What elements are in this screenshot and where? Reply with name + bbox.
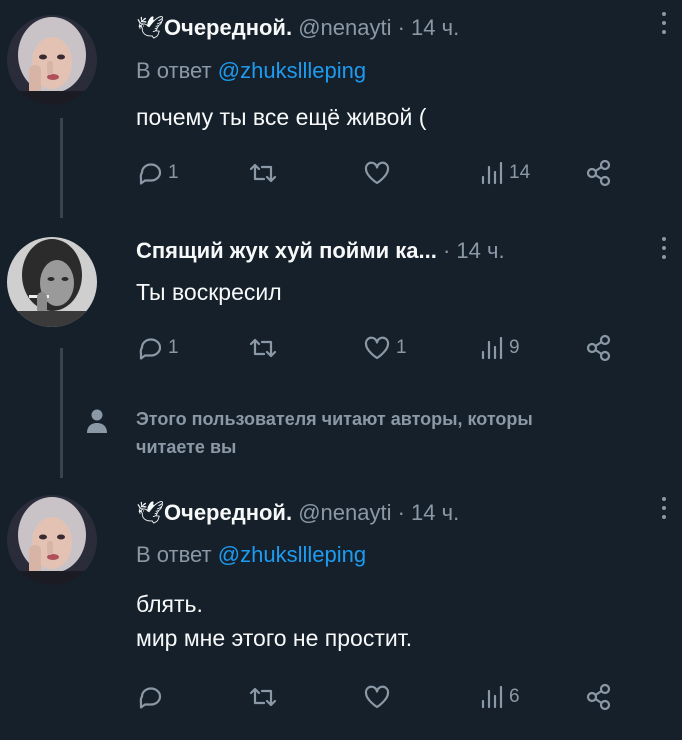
- notice-line-2: читаете вы: [136, 437, 237, 457]
- share-icon: [586, 159, 611, 187]
- action-bar: 1 14: [136, 158, 616, 188]
- more-options-icon[interactable]: [660, 237, 668, 264]
- retweet-icon: [249, 338, 277, 358]
- followed-by-notice: Этого пользователя читают авторы, которы…: [0, 405, 682, 475]
- avatar[interactable]: [7, 15, 97, 105]
- reply-count: 1: [168, 162, 179, 183]
- retweet-button[interactable]: [248, 682, 278, 712]
- avatar[interactable]: [7, 495, 97, 585]
- author-name[interactable]: Спящий жук хуй пойми ка...: [136, 238, 437, 263]
- views-button[interactable]: 9: [479, 333, 520, 363]
- reply-button[interactable]: 1: [136, 158, 179, 188]
- reply-context: В ответ @zhuksllleping: [136, 541, 366, 569]
- tweet-text: блять. мир мне этого не простит.: [136, 591, 413, 651]
- notice-text: Этого пользователя читают авторы, которы…: [136, 405, 682, 461]
- author-name[interactable]: Очередной.: [164, 500, 292, 525]
- action-bar: 6: [136, 682, 616, 712]
- author-handle[interactable]: @nenayti: [298, 500, 391, 525]
- like-button[interactable]: [362, 158, 392, 188]
- dove-icon: 🕊: [136, 15, 164, 40]
- share-button[interactable]: [584, 333, 614, 363]
- tweet-text: почему ты все ещё живой (: [136, 104, 427, 130]
- share-button[interactable]: [584, 682, 614, 712]
- person-icon: [87, 409, 107, 433]
- tweet-header: Спящий жук хуй пойми ка... · 14 ч.: [136, 237, 505, 265]
- tweet[interactable]: Спящий жук хуй пойми ка... · 14 ч. Ты во…: [0, 215, 682, 390]
- retweet-button[interactable]: [248, 333, 278, 363]
- reply-handle-link[interactable]: @zhuksllleping: [218, 58, 366, 83]
- retweet-button[interactable]: [248, 158, 278, 188]
- views-button[interactable]: 6: [479, 682, 520, 712]
- heart-icon: [364, 336, 390, 360]
- timestamp[interactable]: 14 ч.: [456, 238, 504, 263]
- more-options-icon[interactable]: [660, 12, 668, 39]
- tweet[interactable]: 🕊Очередной. @nenayti · 14 ч. В ответ @zh…: [0, 485, 682, 740]
- retweet-icon: [249, 163, 277, 183]
- avatar[interactable]: [7, 237, 97, 327]
- views-icon: [481, 161, 503, 185]
- reply-prefix: В ответ: [136, 58, 212, 83]
- like-button[interactable]: 1: [362, 333, 407, 363]
- dove-icon: 🕊: [136, 500, 164, 525]
- views-count: 14: [509, 162, 531, 183]
- share-icon: [586, 334, 611, 362]
- reply-icon: [139, 338, 162, 360]
- tweet-header: 🕊Очередной. @nenayti · 14 ч.: [136, 14, 459, 42]
- views-icon: [481, 336, 503, 360]
- views-button[interactable]: 14: [479, 158, 530, 188]
- author-name[interactable]: Очередной.: [164, 15, 292, 40]
- action-bar: 1 1 9: [136, 333, 616, 363]
- reply-context: В ответ @zhuksllleping: [136, 57, 366, 85]
- reply-prefix: В ответ: [136, 542, 212, 567]
- reply-handle-link[interactable]: @zhuksllleping: [218, 542, 366, 567]
- like-count: 1: [396, 337, 407, 358]
- views-count: 9: [509, 337, 520, 358]
- reply-icon: [139, 687, 162, 709]
- separator: ·: [442, 238, 451, 263]
- reply-icon: [139, 163, 162, 185]
- tweet-header: 🕊Очередной. @nenayti · 14 ч.: [136, 499, 459, 527]
- views-count: 6: [509, 686, 520, 707]
- share-icon: [586, 683, 611, 711]
- tweet[interactable]: 🕊Очередной. @nenayti · 14 ч. В ответ @zh…: [0, 0, 682, 215]
- tweet-text: Ты воскресил: [136, 279, 282, 305]
- reply-button[interactable]: [136, 682, 164, 712]
- heart-icon: [364, 161, 390, 185]
- separator: ·: [397, 500, 405, 525]
- reply-count: 1: [168, 337, 179, 358]
- notice-line-1: Этого пользователя читают авторы, которы: [136, 409, 533, 429]
- timestamp[interactable]: 14 ч.: [411, 500, 459, 525]
- like-button[interactable]: [362, 682, 392, 712]
- separator: ·: [397, 15, 405, 40]
- timestamp[interactable]: 14 ч.: [411, 15, 459, 40]
- share-button[interactable]: [584, 158, 614, 188]
- views-icon: [481, 685, 503, 709]
- retweet-icon: [249, 687, 277, 707]
- reply-button[interactable]: 1: [136, 333, 179, 363]
- more-options-icon[interactable]: [660, 497, 668, 524]
- author-handle[interactable]: @nenayti: [298, 15, 391, 40]
- heart-icon: [364, 685, 390, 709]
